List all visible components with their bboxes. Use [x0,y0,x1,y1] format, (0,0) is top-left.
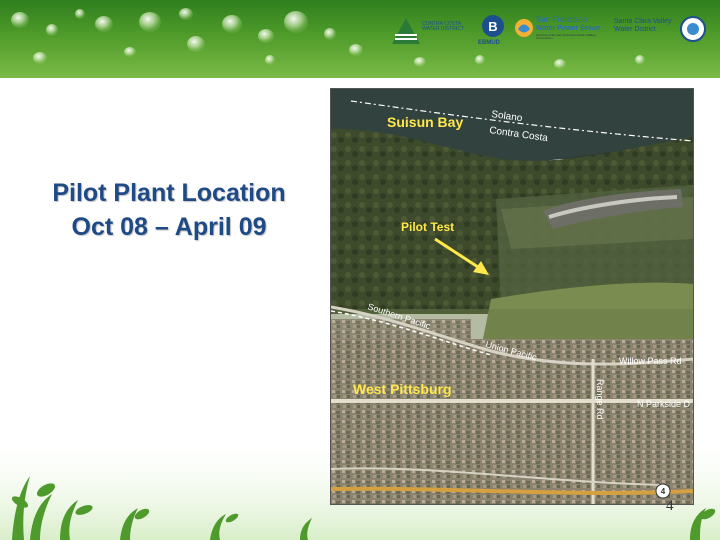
svg-text:B: B [488,19,497,34]
label-parkside: N Parkside D [637,399,691,409]
page-number: 4 [666,498,674,514]
label-pilot-test: Pilot Test [401,220,454,234]
label-suisun-bay: Suisun Bay [387,114,463,130]
title-line-2: Oct 08 – April 09 [71,213,267,241]
ebmud-logo: B EBMUD [476,12,512,52]
route-shield: 4 [661,487,666,496]
contra-costa-logo: CONTRA COSTA WATER DISTRICT [392,12,464,52]
header-banner: CONTRA COSTA WATER DISTRICT B EBMUD San … [0,0,720,78]
seal-icon [680,12,708,52]
aerial-map: Suisun Bay Solano Contra Costa Pilot Tes… [330,88,694,505]
label-range-rd: Range Rd [595,379,605,420]
label-willow-pass: Willow Pass Rd [619,356,682,366]
santa-clara-logo: Santa Clara Valley Water District [614,18,672,33]
slide-title: Pilot Plant Location Oct 08 – April 09 [14,176,324,244]
sf-puc-logo: San Francisco Water Power Sewer Services… [514,12,610,52]
title-line-1: Pilot Plant Location [52,179,286,207]
label-west-pittsburg: West Pittsburg [353,381,452,397]
